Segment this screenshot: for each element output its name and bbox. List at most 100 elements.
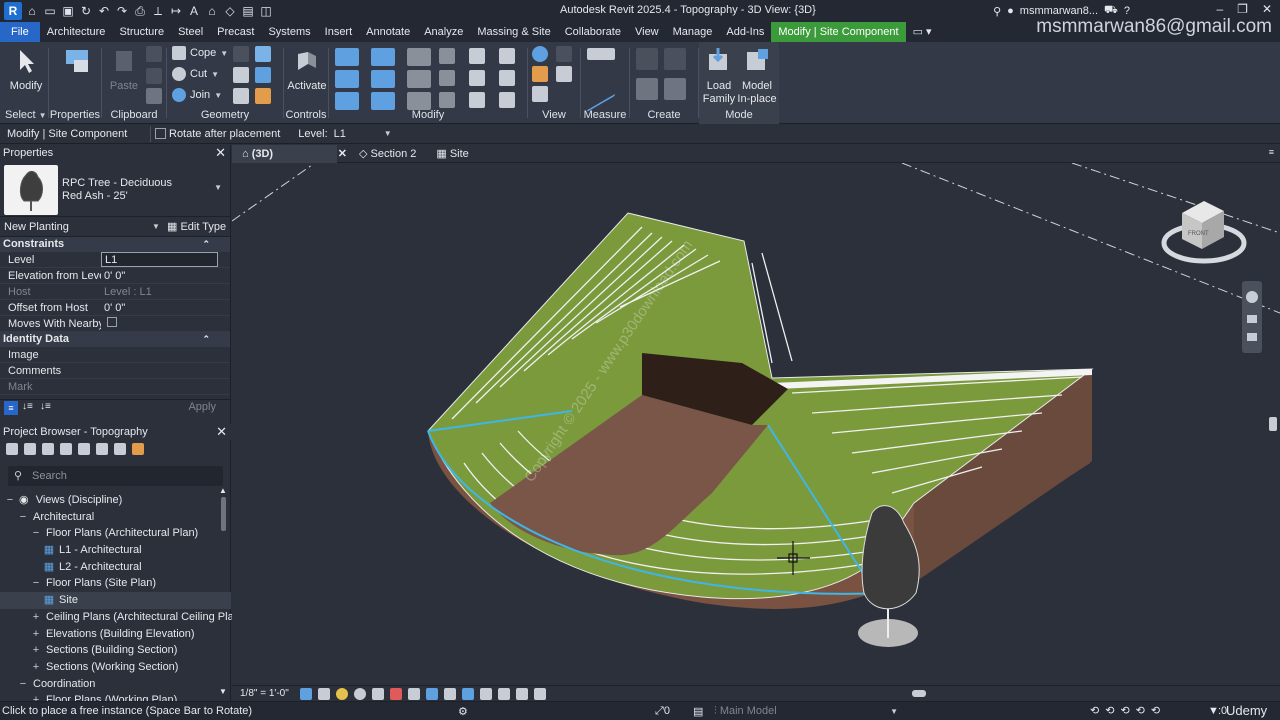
tab-architecture[interactable]: Architecture (40, 22, 113, 42)
tab-systems[interactable]: Systems (261, 22, 317, 42)
tab-precast[interactable]: Precast (210, 22, 261, 42)
temporary-properties-icon[interactable] (498, 687, 510, 700)
zoom-icon[interactable] (24, 443, 36, 455)
type-selector[interactable]: RPC Tree - Deciduous Red Ash - 25' ▼ (0, 161, 230, 217)
drag-elements-icon[interactable]: ⟲ (1151, 704, 1160, 717)
ribbon-minimize-icon[interactable]: ▭ ▾ (906, 22, 939, 42)
level-select[interactable]: L1 ▼ (334, 126, 392, 142)
section-identity-data[interactable]: Identity Data ⌃ (0, 332, 230, 347)
tab-file[interactable]: File (0, 22, 40, 42)
navigation-bar[interactable] (1242, 281, 1262, 353)
tree-item[interactable]: + Sections (Building Section) (0, 642, 231, 659)
collapse-icon[interactable]: − (30, 575, 42, 592)
chevron-down-icon[interactable]: ▼ (214, 183, 222, 192)
browser-scrollbar[interactable]: ▲ ▼ (218, 486, 228, 696)
tab-collaborate[interactable]: Collaborate (558, 22, 628, 42)
wall-joins-icon[interactable] (255, 46, 271, 62)
tree-item[interactable]: − ◉ Views (Discipline) (0, 492, 231, 509)
scroll-thumb[interactable] (220, 497, 226, 531)
close-icon[interactable]: ✕ (338, 145, 347, 163)
trim-multiple-icon[interactable] (439, 92, 455, 108)
save-icon[interactable]: ▣ (60, 3, 76, 19)
property-value[interactable] (101, 316, 230, 331)
unlocked-3d-icon[interactable] (426, 687, 438, 700)
tab-overflow-icon[interactable]: ≡ (1269, 147, 1274, 157)
create-assembly-icon[interactable] (636, 48, 658, 70)
binoculars-icon[interactable]: ⚲ (993, 5, 1001, 18)
print-icon[interactable]: ⎙ (132, 3, 148, 19)
load-family-button[interactable]: Load Family (701, 46, 737, 106)
scale-icon[interactable] (371, 92, 395, 110)
tree-item[interactable]: − Floor Plans (Architectural Plan) (0, 525, 231, 542)
tree-item[interactable]: ▦ L1 - Architectural (0, 542, 231, 559)
scroll-up-icon[interactable]: ▲ (218, 486, 228, 495)
detail-level-icon[interactable] (300, 687, 312, 700)
tab-view[interactable]: View (628, 22, 666, 42)
select-by-face-icon[interactable]: ⟲ (1136, 704, 1145, 717)
open-icon[interactable]: ▭ (42, 3, 58, 19)
split-gap-icon[interactable] (469, 70, 485, 86)
worksets-icon[interactable]: ⚙ (458, 705, 468, 718)
tab-add-ins[interactable]: Add-Ins (719, 22, 771, 42)
collapse-icon[interactable]: ⌃ (202, 237, 210, 252)
select-panel-label[interactable]: Select ▼ (0, 109, 48, 121)
tree-item[interactable]: ▦ Site (0, 592, 231, 609)
sheets-icon[interactable] (114, 443, 126, 455)
filter-view-icon[interactable] (556, 66, 572, 82)
property-value[interactable] (101, 347, 230, 362)
view-tab-3d[interactable]: ⌂ (3D) ✕ (232, 144, 347, 163)
restore-icon[interactable]: ❐ (1237, 2, 1248, 16)
array-icon[interactable] (335, 92, 359, 110)
design-option-select[interactable]: ⫶ Main Model ▼ (714, 705, 904, 718)
3d-canvas[interactable]: Copyright © 2025 - www.p30download.com F… (231, 162, 1280, 685)
rotate-icon[interactable] (407, 70, 431, 88)
expand-icon[interactable]: + (30, 626, 42, 643)
close-icon[interactable]: ✕ (216, 424, 227, 440)
reveal-hidden-icon[interactable] (462, 687, 474, 700)
user-icon[interactable]: ● (1007, 5, 1014, 17)
override-graphics-icon[interactable] (556, 46, 572, 62)
switch-windows-icon[interactable]: ◫ (258, 3, 274, 19)
show-crop-icon[interactable] (408, 687, 420, 700)
aligned-dimension-icon[interactable]: ↦ (168, 3, 184, 19)
tree-item[interactable]: − Floor Plans (Site Plan) (0, 575, 231, 592)
view-tab-section-2[interactable]: ◇ Section 2 (349, 145, 426, 163)
home-icon[interactable]: ⌂ (24, 3, 40, 19)
delete-icon[interactable] (469, 92, 485, 108)
hide-in-view-icon[interactable] (532, 46, 548, 62)
create-group-icon[interactable] (636, 78, 658, 100)
revit-logo-icon[interactable]: R (4, 2, 22, 20)
sort-ascending-icon[interactable]: ↓≡ (22, 401, 33, 412)
collapse-icon[interactable]: − (30, 525, 42, 542)
trim-single-icon[interactable] (407, 92, 431, 110)
text-icon[interactable]: A (186, 3, 202, 19)
align-icon[interactable] (335, 48, 359, 66)
collapse-icon[interactable]: − (17, 509, 29, 526)
model-in-place-button[interactable]: Model In-place (737, 46, 777, 106)
trim-icon[interactable] (439, 70, 455, 86)
viewcube[interactable]: FRONT (1161, 201, 1247, 264)
select-pinned-icon[interactable]: ⟲ (1120, 704, 1129, 717)
measure-icon[interactable]: ⟂ (150, 3, 166, 19)
selection-box-icon[interactable] (532, 86, 548, 102)
section-constraints[interactable]: Constraints ⌃ (0, 237, 230, 252)
visual-style-icon[interactable] (318, 687, 330, 700)
tab-steel[interactable]: Steel (171, 22, 210, 42)
property-value[interactable] (101, 363, 230, 378)
move-icon[interactable] (335, 70, 359, 88)
minimize-icon[interactable]: – (1216, 2, 1223, 16)
measure-between-icon[interactable] (587, 48, 615, 60)
link-icon[interactable] (132, 443, 144, 455)
tab-modify-site-component[interactable]: Modify | Site Component (771, 22, 906, 42)
activate-button[interactable]: Activate (286, 46, 328, 93)
select-underlay-icon[interactable]: ⟲ (1105, 704, 1114, 717)
crop-view-icon[interactable] (390, 687, 402, 700)
tab-insert[interactable]: Insert (318, 22, 360, 42)
categorized-icon[interactable]: ≡ (4, 401, 18, 415)
tree-item[interactable]: − Architectural (0, 509, 231, 526)
redo-icon[interactable]: ↷ (114, 3, 130, 19)
default-3d-view-icon[interactable]: ⌂ (204, 3, 220, 19)
zoom-region-icon[interactable] (1247, 315, 1257, 323)
tab-structure[interactable]: Structure (112, 22, 171, 42)
create-similar-icon[interactable] (664, 78, 686, 100)
